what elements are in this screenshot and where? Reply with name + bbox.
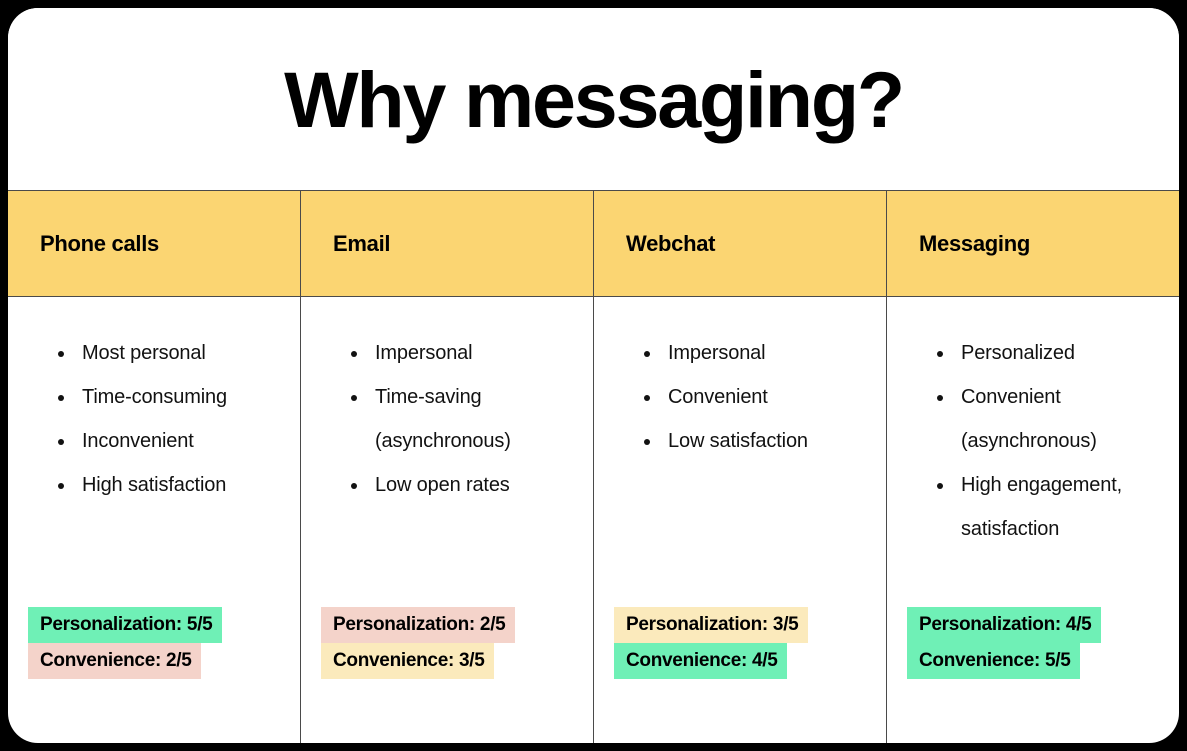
score-convenience: Convenience: 5/5 xyxy=(907,643,1081,679)
score-block: Personalization: 2/5 Convenience: 3/5 xyxy=(321,607,516,679)
list-item: High satisfaction xyxy=(56,463,280,507)
score-block: Personalization: 3/5 Convenience: 4/5 xyxy=(614,607,809,679)
slide-card: Why messaging? Phone calls Email Webchat… xyxy=(8,8,1179,743)
comparison-table: Phone calls Email Webchat Messaging Most… xyxy=(8,190,1179,743)
score-convenience: Convenience: 2/5 xyxy=(28,643,202,679)
column-header-messaging: Messaging xyxy=(887,191,1179,296)
bullet-list: Impersonal Convenient Low satisfaction xyxy=(642,331,866,463)
list-item: High engagement, satisfaction xyxy=(935,463,1159,551)
table-cell-phone-calls: Most personal Time-consuming Inconvenien… xyxy=(8,297,301,743)
column-header-label: Phone calls xyxy=(40,230,159,256)
table-cell-email: Impersonal Time-saving (asynchronous) Lo… xyxy=(301,297,594,743)
column-header-phone-calls: Phone calls xyxy=(8,191,301,296)
column-header-webchat: Webchat xyxy=(594,191,887,296)
list-item: Personalized xyxy=(935,331,1159,375)
list-item: Convenient xyxy=(642,375,866,419)
bullet-list: Personalized Convenient (asynchronous) H… xyxy=(935,331,1159,551)
table-header-row: Phone calls Email Webchat Messaging xyxy=(8,191,1179,297)
page-title: Why messaging? xyxy=(284,54,905,144)
column-header-email: Email xyxy=(301,191,594,296)
table-cell-webchat: Impersonal Convenient Low satisfaction P… xyxy=(594,297,887,743)
score-personalization: Personalization: 2/5 xyxy=(321,607,516,643)
column-header-label: Email xyxy=(333,230,391,256)
score-block: Personalization: 4/5 Convenience: 5/5 xyxy=(907,607,1102,679)
score-block: Personalization: 5/5 Convenience: 2/5 xyxy=(28,607,223,679)
list-item: Most personal xyxy=(56,331,280,375)
list-item: Low satisfaction xyxy=(642,419,866,463)
column-header-label: Webchat xyxy=(626,230,716,256)
score-convenience: Convenience: 3/5 xyxy=(321,643,495,679)
score-personalization: Personalization: 4/5 xyxy=(907,607,1102,643)
table-cell-messaging: Personalized Convenient (asynchronous) H… xyxy=(887,297,1179,743)
list-item: Convenient (asynchronous) xyxy=(935,375,1159,463)
score-personalization: Personalization: 3/5 xyxy=(614,607,809,643)
score-convenience: Convenience: 4/5 xyxy=(614,643,788,679)
table-body-row: Most personal Time-consuming Inconvenien… xyxy=(8,297,1179,743)
bullet-list: Most personal Time-consuming Inconvenien… xyxy=(56,331,280,507)
list-item: Impersonal xyxy=(642,331,866,375)
score-personalization: Personalization: 5/5 xyxy=(28,607,223,643)
title-area: Why messaging? xyxy=(8,8,1179,190)
list-item: Impersonal xyxy=(349,331,573,375)
bullet-list: Impersonal Time-saving (asynchronous) Lo… xyxy=(349,331,573,507)
column-header-label: Messaging xyxy=(919,230,1030,256)
list-item: Inconvenient xyxy=(56,419,280,463)
list-item: Time-saving (asynchronous) xyxy=(349,375,573,463)
list-item: Low open rates xyxy=(349,463,573,507)
list-item: Time-consuming xyxy=(56,375,280,419)
